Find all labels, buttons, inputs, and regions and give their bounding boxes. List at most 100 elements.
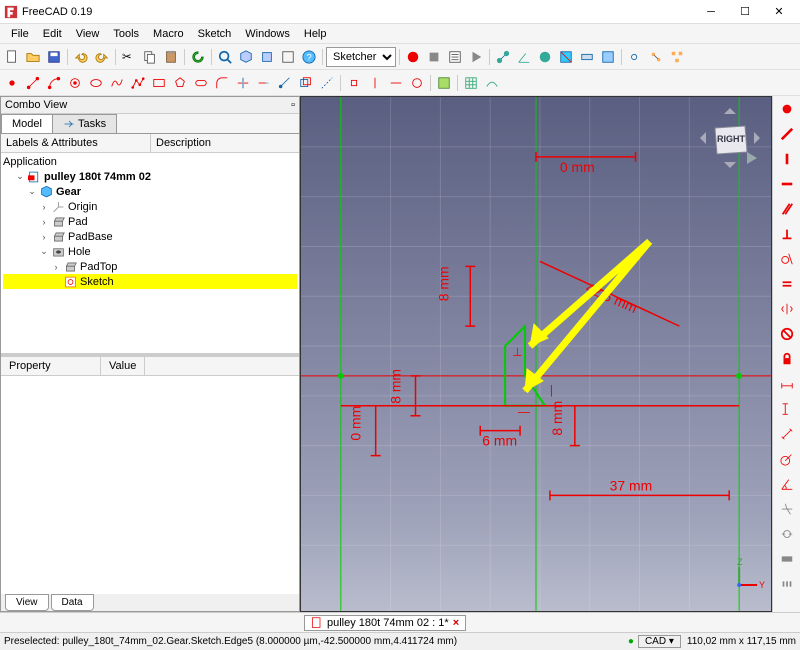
- tab-tasks[interactable]: Tasks: [52, 114, 117, 133]
- tree-gear[interactable]: ⌄Gear: [3, 184, 297, 199]
- viewport-3d[interactable]: ⊥ | — 0 mm 8 mm 42,5 mm 6 mm 8 mm 0 mm 8…: [300, 96, 772, 612]
- toggle-driving-button[interactable]: [776, 548, 798, 570]
- tree-origin[interactable]: ›Origin: [3, 199, 297, 214]
- btab-view[interactable]: View: [5, 594, 49, 611]
- view-fit-button[interactable]: [215, 47, 235, 67]
- dock-close-icon[interactable]: ▫: [291, 99, 295, 111]
- toggle-grid-button[interactable]: [461, 73, 481, 93]
- tree-sketch[interactable]: Sketch: [3, 274, 297, 289]
- symmetric-button[interactable]: [776, 298, 798, 320]
- menu-help[interactable]: Help: [297, 26, 334, 42]
- tree-application[interactable]: Application: [3, 155, 297, 169]
- snell-button[interactable]: [776, 498, 798, 520]
- open-button[interactable]: [23, 47, 43, 67]
- close-button[interactable]: ✕: [762, 1, 796, 23]
- sketch-carbon-button[interactable]: [296, 73, 316, 93]
- btab-data[interactable]: Data: [51, 594, 94, 611]
- refresh-button[interactable]: [188, 47, 208, 67]
- macro-play-button[interactable]: [466, 47, 486, 67]
- point-on-button[interactable]: [776, 123, 798, 145]
- menu-windows[interactable]: Windows: [238, 26, 297, 42]
- tree-document[interactable]: ⌄pulley 180t 74mm 02: [3, 169, 297, 184]
- sketch-polyline-button[interactable]: [128, 73, 148, 93]
- sketch-line-button[interactable]: [23, 73, 43, 93]
- sketch-extend-button[interactable]: [254, 73, 274, 93]
- parallel-button[interactable]: [776, 198, 798, 220]
- perpendicular-button[interactable]: [776, 223, 798, 245]
- sketch-arc-button[interactable]: [44, 73, 64, 93]
- save-button[interactable]: [44, 47, 64, 67]
- cut-button[interactable]: ✂: [119, 47, 139, 67]
- measure-angle-button[interactable]: [514, 47, 534, 67]
- validate-button[interactable]: [434, 73, 454, 93]
- select-vaxis-button[interactable]: [365, 73, 385, 93]
- view-section-button[interactable]: [556, 47, 576, 67]
- sketch-bspline-button[interactable]: [107, 73, 127, 93]
- sketch-conic-button[interactable]: [86, 73, 106, 93]
- vertical-button[interactable]: [776, 148, 798, 170]
- lock-button[interactable]: [776, 348, 798, 370]
- tree-hole[interactable]: ⌄Hole: [3, 244, 297, 259]
- view-front-button[interactable]: [257, 47, 277, 67]
- doc-tab-close-icon[interactable]: ×: [453, 617, 459, 629]
- select-redundant-button[interactable]: [407, 73, 427, 93]
- macro-list-button[interactable]: [445, 47, 465, 67]
- coincident-button[interactable]: [776, 98, 798, 120]
- texture-button[interactable]: [598, 47, 618, 67]
- tab-model[interactable]: Model: [1, 114, 53, 133]
- toggle-construction-button[interactable]: [317, 73, 337, 93]
- tree-padbase[interactable]: ›PadBase: [3, 229, 297, 244]
- sketch-trim-button[interactable]: [233, 73, 253, 93]
- horizontal-button[interactable]: [776, 173, 798, 195]
- view-iso-button[interactable]: [236, 47, 256, 67]
- menu-view[interactable]: View: [69, 26, 107, 42]
- sketch-point-button[interactable]: [2, 73, 22, 93]
- draw-style-button[interactable]: [278, 47, 298, 67]
- recompute-led[interactable]: ●: [628, 636, 634, 647]
- sketch-fillet-button[interactable]: [212, 73, 232, 93]
- measure-dist-button[interactable]: [493, 47, 513, 67]
- link-make-button[interactable]: [625, 47, 645, 67]
- menu-tools[interactable]: Tools: [106, 26, 146, 42]
- undo-button[interactable]: [71, 47, 91, 67]
- menu-sketch[interactable]: Sketch: [191, 26, 239, 42]
- dim-h-button[interactable]: [776, 373, 798, 395]
- sketch-slot-button[interactable]: [191, 73, 211, 93]
- paste-button[interactable]: [161, 47, 181, 67]
- activate-button[interactable]: [776, 573, 798, 595]
- sketch-polygon-button[interactable]: [170, 73, 190, 93]
- maximize-button[interactable]: ☐: [728, 1, 762, 23]
- select-origin-button[interactable]: [344, 73, 364, 93]
- tangent-button[interactable]: [776, 248, 798, 270]
- sketch-rect-button[interactable]: [149, 73, 169, 93]
- nav-style-button[interactable]: CAD ▾: [638, 635, 681, 648]
- macro-record-button[interactable]: [403, 47, 423, 67]
- workbench-selector[interactable]: Sketcher: [326, 47, 396, 67]
- sketch-circle-button[interactable]: [65, 73, 85, 93]
- show-bspline-button[interactable]: [482, 73, 502, 93]
- property-body[interactable]: [1, 376, 299, 594]
- redo-button[interactable]: [92, 47, 112, 67]
- macro-stop-button[interactable]: [424, 47, 444, 67]
- sketch-external-button[interactable]: [275, 73, 295, 93]
- tree-sync-button[interactable]: [667, 47, 687, 67]
- select-haxis-button[interactable]: [386, 73, 406, 93]
- link-actions-button[interactable]: [646, 47, 666, 67]
- model-tree[interactable]: Application ⌄pulley 180t 74mm 02 ⌄Gear ›…: [1, 153, 299, 353]
- block-button[interactable]: [776, 323, 798, 345]
- clip-plane-button[interactable]: [577, 47, 597, 67]
- internal-align-button[interactable]: [776, 523, 798, 545]
- copy-button[interactable]: [140, 47, 160, 67]
- whatsthis-button[interactable]: ?: [299, 47, 319, 67]
- menu-macro[interactable]: Macro: [146, 26, 191, 42]
- new-button[interactable]: [2, 47, 22, 67]
- minimize-button[interactable]: ─: [694, 1, 728, 23]
- tree-padtop[interactable]: ›PadTop: [3, 259, 297, 274]
- dim-v-button[interactable]: [776, 398, 798, 420]
- document-tab[interactable]: pulley 180t 74mm 02 : 1* ×: [304, 615, 466, 631]
- navigation-cube[interactable]: RIGHT: [695, 103, 765, 173]
- dim-len-button[interactable]: [776, 423, 798, 445]
- menu-file[interactable]: File: [4, 26, 36, 42]
- sketch-canvas[interactable]: ⊥ | — 0 mm 8 mm 42,5 mm 6 mm 8 mm 0 mm 8…: [301, 97, 771, 611]
- tree-pad[interactable]: ›Pad: [3, 214, 297, 229]
